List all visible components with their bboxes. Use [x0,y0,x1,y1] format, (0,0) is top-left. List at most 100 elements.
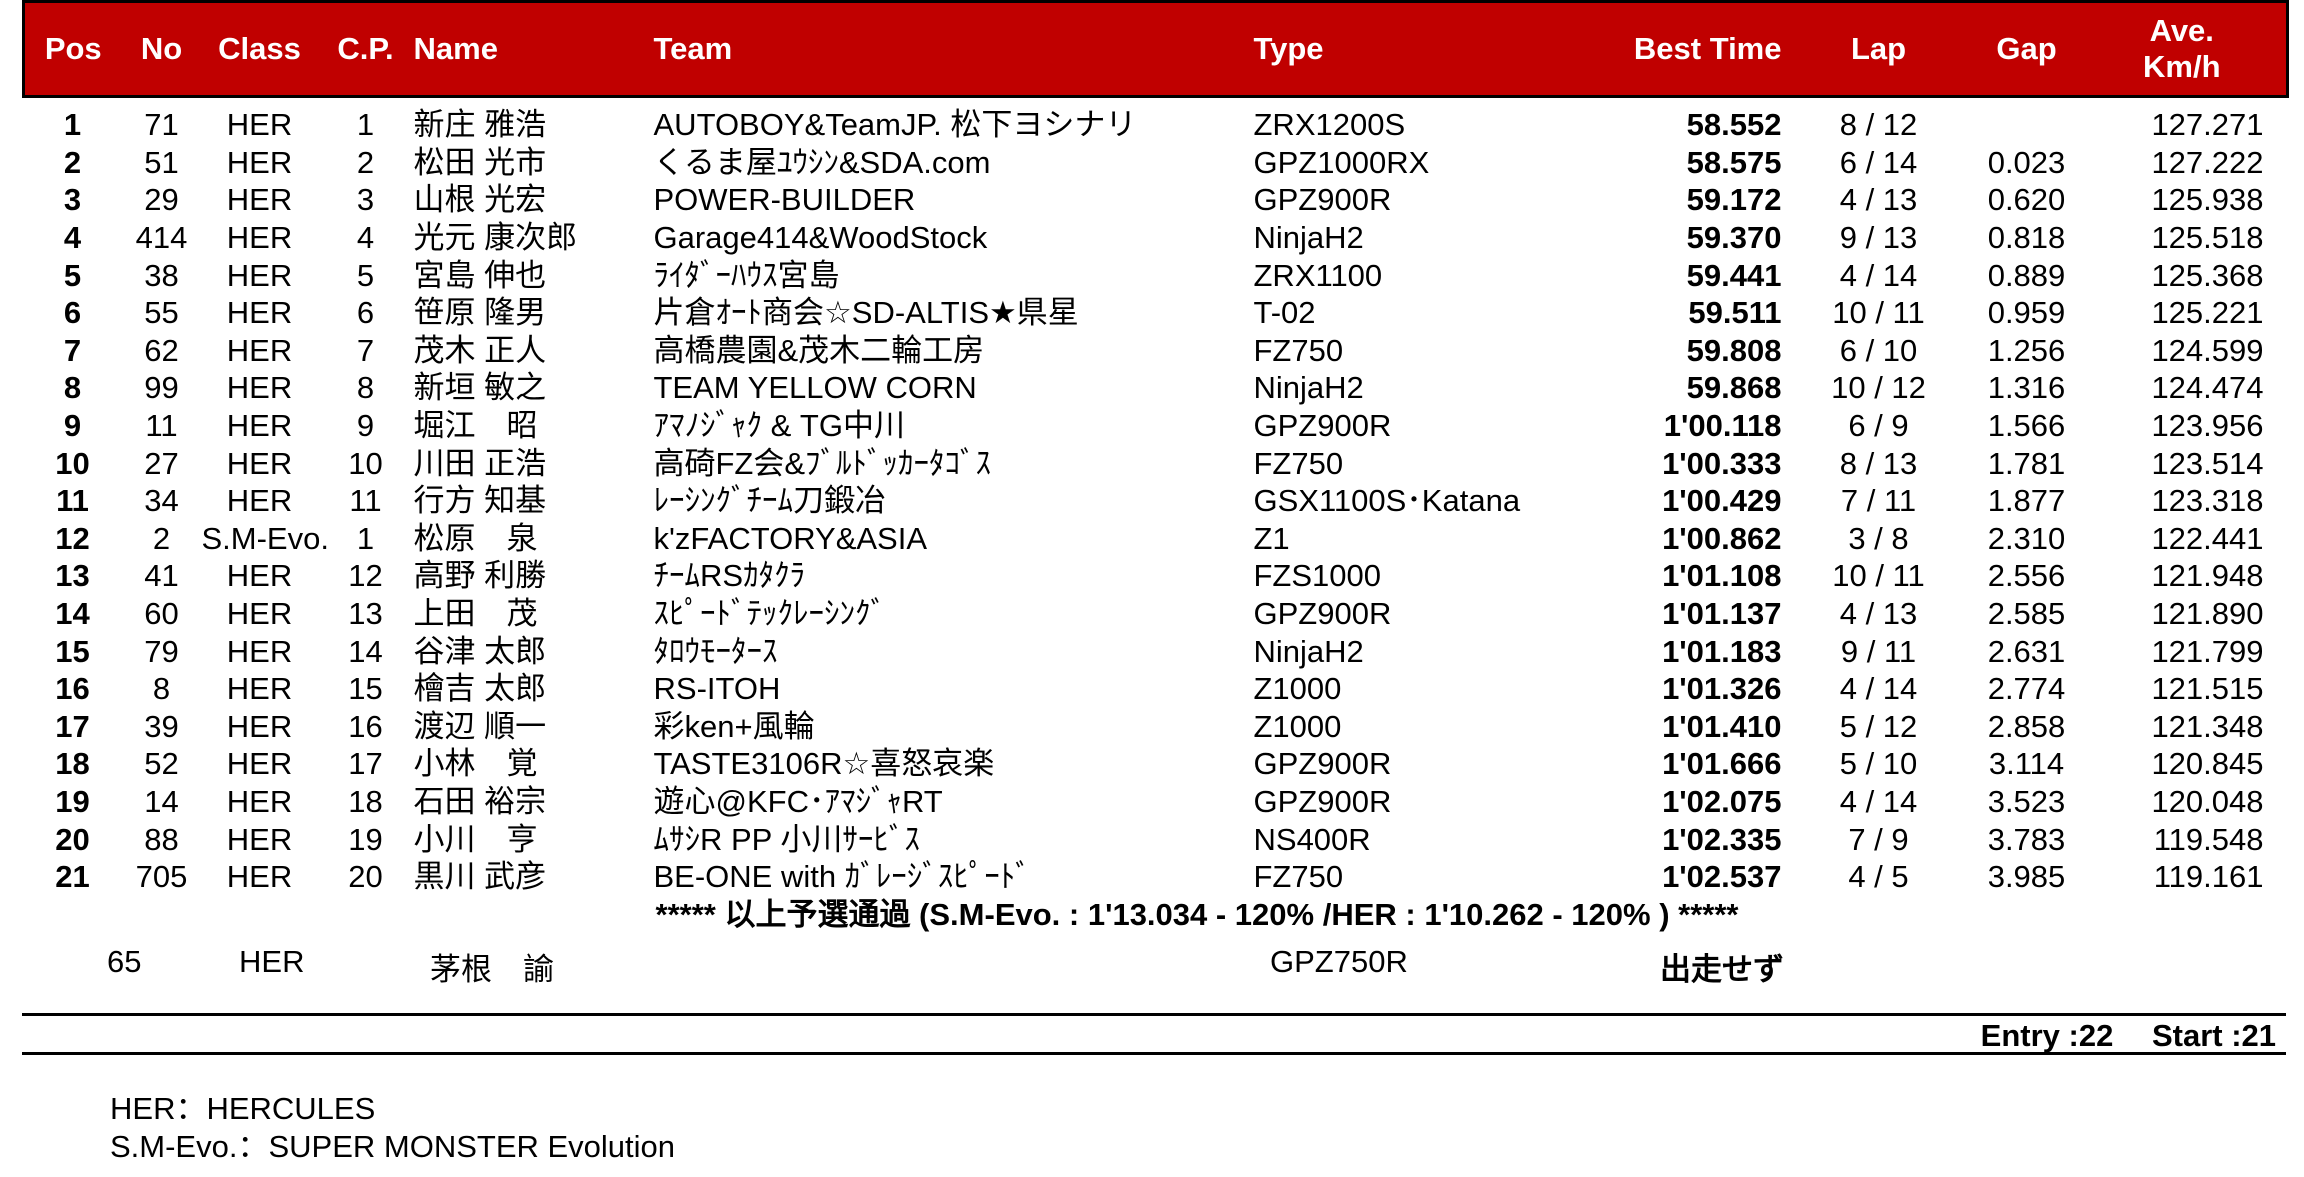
cell-best-time: 1'02.335 [1662,821,1782,857]
cell-no: 414 [135,220,188,256]
cell-name: 堀江 昭 [413,408,538,444]
table-row: 6 55 HER 6 笹原 隆男 片倉ｵｰﾄ商会☆SD-ALTIS★県星 T-02 59.51… [24,294,2288,332]
entry-count: Entry :22 [1980,1018,2114,1053]
legend-smevo: S.M-Evo.：SUPER MONSTER Evolution [110,1129,676,1164]
cell-team: 高碕FZ会&ﾌﾞﾙﾄﾞｯｶｰﾀｺﾞｽ [653,445,992,481]
cell-lap: 10 / 11 [1832,558,1925,594]
cell-type: GPZ900R [1253,783,1392,819]
cell-team: ﾚｰｼﾝｸﾞﾁｰﾑ刀鍛冶 [653,483,887,519]
footer-divider-bottom [22,1052,2286,1055]
cell-best-time: 1'01.183 [1662,633,1782,669]
cell-cp: 2 [356,144,375,180]
cell-type: NS400R [1253,821,1371,857]
cell-name: 渡辺 順一 [413,708,547,744]
cell-name: 光元 康次郎 [413,220,578,256]
table-row: 2 51 HER 2 松田 光市 くるま屋ﾕｳｼﾝ&SDA.com GPZ1000RX 58.… [24,144,2288,182]
cell-best-time: 1'01.326 [1662,671,1782,707]
cell-name: 新垣 敏之 [413,370,547,406]
cell-team: 遊心@KFC･ｱﾏｼﾞｬRT [653,783,943,819]
cell-gap: 1.781 [1987,445,2066,481]
cell-avg-speed: 125.518 [2151,220,2264,256]
cell-best-time: 59.370 [1686,220,1782,256]
cell-team: 彩ken+風輪 [653,708,815,744]
cell-team: ｽﾋﾟｰﾄﾞﾃｯｸﾚｰｼﾝｸﾞ [653,596,887,632]
cell-class: HER [226,107,293,143]
cell-type: GSX1100S･Katana [1253,483,1521,519]
cell-no: 41 [144,558,179,594]
cell-pos: 8 [63,370,82,406]
table-row: 10 27 HER 10 川田 正浩 高碕FZ会&ﾌﾞﾙﾄﾞｯｶｰﾀｺﾞｽ FZ750 1'0… [24,444,2288,482]
cell-no: 79 [144,633,179,669]
cell-best-time: 1'01.666 [1662,746,1782,782]
cell-class: S.M-Evo. [201,520,329,556]
cell-name: 笹原 隆男 [413,295,547,331]
cell-avg-speed: 127.222 [2151,144,2264,180]
cell-best-time: 1'00.862 [1662,520,1782,556]
cell-pos: 3 [63,182,82,218]
cell-gap: 2.585 [1987,596,2066,632]
cell-lap: 6 / 9 [1848,408,1909,444]
table-row: 1 71 HER 1 新庄 雅浩 AUTOBOY&TeamJP. 松下ヨシナリ ZRX120… [24,97,2288,144]
cell-class: HER [226,783,293,819]
cell-name: 小川 亨 [413,821,538,857]
cell-no: 62 [144,332,179,368]
header-class: Class [201,0,318,98]
cell-avg-speed: 121.799 [2151,633,2264,669]
cell-type: NinjaH2 [1253,220,1364,256]
cell-pos: 1 [63,107,82,143]
cell-no: 29 [144,182,179,218]
cell-team: 片倉ｵｰﾄ商会☆SD-ALTIS★県星 [653,295,1079,331]
cell-lap: 7 / 11 [1840,483,1917,519]
cell-lap: 4 / 13 [1839,182,1918,218]
cell-lap: 5 / 10 [1839,746,1918,782]
entry-start-summary: Entry :22 Start :21 [1951,1018,2276,1054]
cell-type: NinjaH2 [1253,370,1364,406]
cell-no: 34 [144,483,179,519]
cell-gap: 0.889 [1987,257,2066,293]
cell-avg-speed: 123.318 [2151,483,2264,519]
cell-gap: 0.818 [1987,220,2066,256]
cell-avg-speed: 121.890 [2151,596,2264,632]
cell-gap: 1.877 [1987,483,2066,519]
cell-team: ﾀﾛｳﾓｰﾀｰｽ [653,633,778,669]
cell-avg-speed: 121.348 [2151,708,2264,744]
class-legend: HER：HERCULES S.M-Evo.：SUPER MONSTER Evol… [110,1090,675,1166]
cell-cp: 1 [356,520,375,556]
cell-gap: 2.774 [1987,671,2066,707]
cell-team: くるま屋ﾕｳｼﾝ&SDA.com [653,144,991,180]
header-name: Name [413,0,654,98]
cell-cp: 12 [348,558,383,594]
cell-class: HER [226,408,293,444]
cell-avg-speed: 124.474 [2151,370,2264,406]
cell-lap: 6 / 10 [1839,332,1918,368]
cell-team: AUTOBOY&TeamJP. 松下ヨシナリ [653,107,1137,143]
cell-no: 27 [144,445,179,481]
cell-type: T-02 [1253,295,1316,331]
cell-pos: 4 [63,220,82,256]
cell-name: 山根 光宏 [413,182,547,218]
cell-type: NinjaH2 [1253,633,1364,669]
cell-type: FZS1000 [1253,558,1382,594]
cell-no: 52 [144,746,179,782]
cell-class: HER [226,821,293,857]
cell-class: HER [226,370,293,406]
cell-best-time: 59.441 [1686,257,1782,293]
table-header-row: Pos No Class C.P. Name Team Type Best Ti… [22,0,2289,98]
legend-her: HER：HERCULES [110,1091,376,1126]
cell-avg-speed: 121.948 [2151,558,2264,594]
cell-pos: 20 [55,821,90,857]
cell-no: 99 [144,370,179,406]
header-no: No [121,0,202,98]
table-row: 12 2 S.M-Evo. 1 松原 泉 k'zFACTORY&ASIA Z1 1'00.86… [24,520,2288,558]
table-row: 5 38 HER 5 宮島 伸也 ﾗｲﾀﾞｰﾊｳｽ宮島 ZRX1100 59.441 4 / 1… [24,256,2288,294]
cell-class: HER [226,332,293,368]
cell-cp: 1 [356,107,375,143]
cell-gap: 1.256 [1987,332,2066,368]
table-row: 13 41 HER 12 高野 利勝 ﾁｰﾑRSｶﾀｸﾗ FZS1000 1'01.108 10… [24,557,2288,595]
cell-gap: 2.631 [1987,633,2066,669]
dns-type: GPZ750R [1270,944,1408,979]
cell-cp: 6 [356,295,375,331]
table-row: 7 62 HER 7 茂木 正人 高橋農園&茂木二輪工房 FZ750 59.808 6 / 10… [24,332,2288,370]
cell-gap: 2.858 [1987,708,2066,744]
cell-type: Z1000 [1253,671,1342,707]
